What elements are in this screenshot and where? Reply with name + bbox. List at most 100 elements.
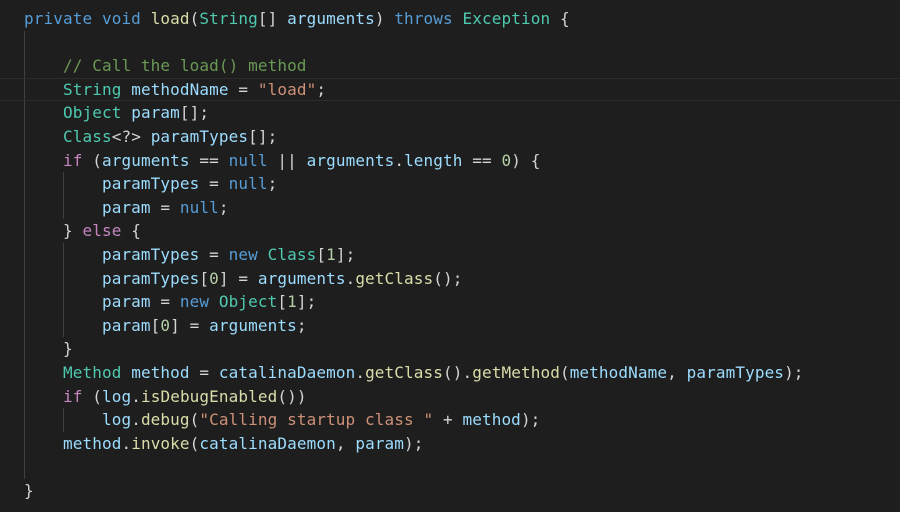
code-line[interactable]: paramTypes = new Class[1]; (0, 243, 900, 267)
code-line-text: param[0] = arguments; (24, 314, 307, 338)
code-token: . (121, 433, 132, 453)
code-token: [ (316, 245, 327, 264)
code-token: ); (404, 433, 424, 453)
code-token: arguments (209, 315, 297, 335)
code-line[interactable]: paramTypes[0] = arguments.getClass(); (0, 267, 900, 291)
code-line-text: if (log.isDebugEnabled()) (24, 385, 307, 409)
code-token: null (179, 197, 219, 217)
code-line[interactable]: } else { (0, 219, 900, 243)
code-token: . (131, 410, 141, 430)
code-token: []; (179, 103, 210, 123)
code-editor[interactable]: private void load(String[] arguments) th… (0, 0, 900, 512)
code-token: param (101, 197, 151, 217)
code-token: methodName (131, 79, 229, 99)
code-token: getClass (365, 363, 444, 382)
code-token: arguments (287, 9, 375, 28)
code-line[interactable]: log.debug("Calling startup class " + met… (0, 408, 900, 432)
code-token: void (101, 9, 141, 28)
code-token: ( (82, 150, 102, 170)
code-token: param (131, 103, 180, 123)
code-token: ) { (511, 150, 541, 170)
code-line-text: if (arguments == null || arguments.lengt… (24, 149, 541, 173)
code-token: ); (520, 410, 541, 430)
code-token: arguments (306, 150, 395, 170)
code-token: [ (277, 292, 288, 312)
code-token: method (131, 363, 190, 382)
code-line-text: private void load(String[] arguments) th… (24, 7, 570, 31)
code-token: + (433, 410, 463, 430)
code-token: [] (257, 9, 288, 28)
code-token: "load" (257, 79, 317, 99)
code-token: param (101, 315, 151, 335)
code-line[interactable]: } (0, 337, 900, 361)
code-token: String (62, 79, 122, 99)
code-token: . (131, 386, 141, 406)
code-line[interactable] (0, 31, 900, 55)
code-token: 0 (209, 268, 219, 288)
code-token: else (82, 221, 122, 241)
code-line[interactable]: paramTypes = null; (0, 172, 900, 196)
code-line-text: method.invoke(catalinaDaemon, param); (24, 432, 424, 456)
code-line[interactable]: method.invoke(catalinaDaemon, param); (0, 432, 900, 456)
code-token: [ (199, 268, 210, 288)
code-token: <?> (111, 127, 151, 146)
code-token: invoke (131, 433, 190, 453)
code-token: getClass (355, 268, 434, 288)
code-line-text: Class<?> paramTypes[]; (24, 125, 277, 149)
code-token: Method (62, 363, 122, 382)
code-token: 0 (160, 315, 171, 335)
code-token: paramTypes (101, 268, 200, 288)
code-line-text: paramTypes = null; (24, 172, 277, 196)
code-line[interactable]: if (log.isDebugEnabled()) (0, 385, 900, 409)
code-line-text: param = null; (24, 196, 229, 220)
code-line[interactable]: private void load(String[] arguments) th… (0, 7, 900, 31)
code-token: = (150, 292, 180, 312)
code-token: // Call the load() method (62, 56, 307, 76)
code-line[interactable]: String methodName = "load"; (0, 77, 900, 102)
code-line[interactable]: Class<?> paramTypes[]; (0, 125, 900, 149)
code-line[interactable]: if (arguments == null || arguments.lengt… (0, 149, 900, 173)
code-line-text: paramTypes[0] = arguments.getClass(); (24, 267, 463, 291)
code-token: ); (784, 363, 804, 382)
code-token: getMethod (472, 363, 560, 382)
code-token: String (199, 9, 258, 28)
code-token: arguments (101, 150, 190, 170)
code-token: if (62, 150, 83, 170)
code-line[interactable]: Method method = catalinaDaemon.getClass(… (0, 361, 900, 385)
code-line[interactable]: param = null; (0, 196, 900, 220)
code-token: (). (443, 363, 473, 382)
code-line[interactable]: param = new Object[1]; (0, 290, 900, 314)
code-token: == (189, 150, 229, 170)
code-token: new (228, 245, 258, 264)
code-line[interactable]: param[0] = arguments; (0, 314, 900, 338)
code-token: ]; (335, 245, 356, 264)
code-token: ) (374, 9, 395, 28)
code-token: . (345, 268, 356, 288)
code-token: , (667, 363, 687, 382)
code-token: length (404, 150, 463, 170)
code-line-text: // Call the load() method (24, 54, 307, 78)
code-line[interactable]: } (0, 479, 900, 503)
code-line-text: } (24, 337, 73, 361)
code-token: catalinaDaemon (218, 363, 356, 382)
code-token: ( (559, 363, 570, 382)
code-line[interactable]: // Call the load() method (0, 54, 900, 78)
code-token: paramTypes (150, 127, 249, 146)
code-token: paramTypes (101, 245, 200, 264)
code-line[interactable]: Object param[]; (0, 101, 900, 125)
code-line-text: param = new Object[1]; (24, 290, 316, 314)
code-line[interactable] (0, 455, 900, 479)
